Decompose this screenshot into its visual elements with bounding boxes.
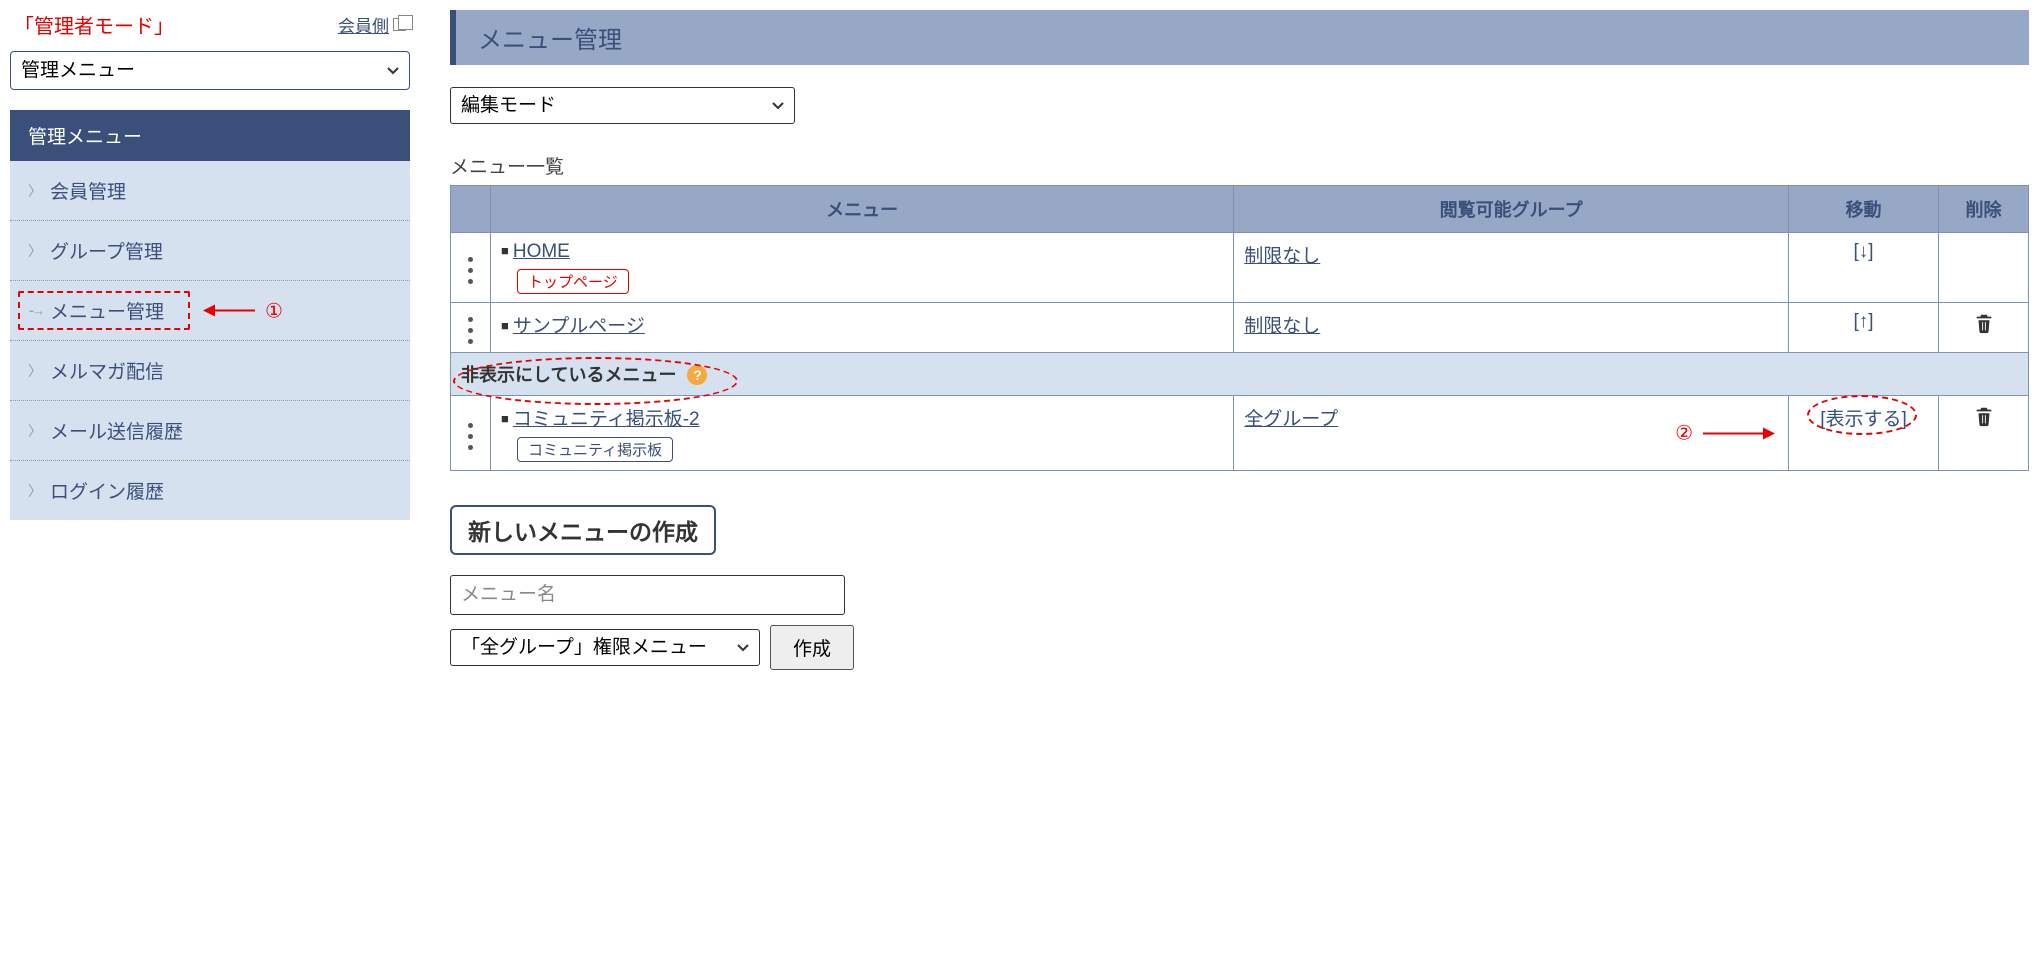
member-side-label: 会員側 — [338, 12, 389, 37]
move-down-button[interactable]: [↓] — [1853, 241, 1873, 262]
sidebar-item-mailmag[interactable]: 〉 メルマガ配信 — [10, 341, 410, 401]
sidebar-item-label: メルマガ配信 — [50, 357, 164, 384]
group-link[interactable]: 制限なし — [1244, 316, 1320, 337]
menu-name-input[interactable] — [450, 575, 845, 615]
bullet-icon: ■ — [501, 318, 509, 333]
table-row: ■ HOME トップページ 制限なし [↓] — [451, 233, 2029, 303]
table-row: ■ サンプルページ 制限なし [↑] — [451, 303, 2029, 353]
show-button[interactable]: [表示する] — [1820, 409, 1907, 430]
sidebar-item-label: ログイン履歴 — [50, 477, 164, 504]
group-link[interactable]: 制限なし — [1244, 246, 1320, 267]
sidebar-item-members[interactable]: 〉 会員管理 — [10, 161, 410, 221]
create-button[interactable]: 作成 — [770, 625, 854, 670]
drag-dots-icon — [468, 317, 473, 344]
drag-handle[interactable] — [451, 303, 491, 353]
drag-dots-icon — [468, 423, 473, 450]
trash-icon — [1973, 311, 1995, 335]
menu-name-link[interactable]: コミュニティ掲示板-2 — [513, 409, 700, 430]
annotation-1-number: ① — [265, 298, 283, 323]
permission-select[interactable]: 「全グループ」権限メニュー — [450, 629, 760, 666]
edit-mode-select[interactable]: 編集モード — [450, 87, 795, 124]
sidebar-item-label: メニュー管理 — [50, 297, 164, 324]
create-menu-header: 新しいメニューの作成 — [450, 505, 716, 555]
arrow-right-icon — [1703, 432, 1773, 434]
chevron-right-icon: 〉 — [28, 421, 42, 441]
menu-name-link[interactable]: サンプルページ — [513, 316, 645, 337]
admin-mode-label: 「管理者モード」 — [14, 10, 174, 39]
drag-dots-icon — [468, 257, 473, 284]
trash-icon — [1973, 404, 1995, 428]
drag-handle[interactable] — [451, 233, 491, 303]
arrow-left-icon — [205, 310, 255, 312]
annotation-1: ① — [205, 298, 283, 323]
annotation-2: ② — [1675, 421, 1773, 446]
admin-menu-panel: 管理メニュー 〉 会員管理 〉 グループ管理 ···→ メニュー管理 ① 〉 — [10, 110, 410, 520]
delete-button[interactable] — [1973, 311, 1995, 340]
menu-list-label: メニュー一覧 — [450, 152, 2029, 179]
admin-menu-select[interactable]: 管理メニュー — [10, 51, 410, 90]
top-page-tag: トップページ — [517, 269, 629, 294]
page-title: メニュー管理 — [450, 10, 2029, 65]
sidebar-item-groups[interactable]: 〉 グループ管理 — [10, 221, 410, 281]
col-move: 移動 — [1789, 186, 1939, 233]
sidebar-item-login-history[interactable]: 〉 ログイン履歴 — [10, 461, 410, 520]
chevron-right-icon: 〉 — [28, 481, 42, 501]
col-menu: メニュー — [491, 186, 1234, 233]
col-delete: 削除 — [1939, 186, 2029, 233]
group-link[interactable]: 全グループ — [1244, 409, 1338, 430]
external-link-icon — [393, 18, 406, 31]
chevron-right-icon: 〉 — [28, 361, 42, 381]
annotation-2-number: ② — [1675, 421, 1693, 446]
col-group: 閲覧可能グループ — [1234, 186, 1789, 233]
table-row: ■ コミュニティ掲示板-2 コミュニティ掲示板 全グループ ② [表示する] — [451, 396, 2029, 471]
sidebar-item-menu-admin[interactable]: ···→ メニュー管理 ① — [10, 281, 410, 341]
bbs-tag: コミュニティ掲示板 — [517, 437, 673, 462]
hidden-menu-section-header: 非表示にしているメニュー ? — [451, 353, 2029, 396]
sidebar-item-label: メール送信履歴 — [50, 417, 183, 444]
chevron-right-icon: 〉 — [28, 241, 42, 261]
sidebar-item-mail-history[interactable]: 〉 メール送信履歴 — [10, 401, 410, 461]
delete-button[interactable] — [1973, 404, 1995, 433]
bullet-icon: ■ — [501, 411, 509, 426]
move-up-button[interactable]: [↑] — [1853, 311, 1873, 332]
help-icon[interactable]: ? — [687, 365, 707, 385]
member-side-link[interactable]: 会員側 — [338, 12, 406, 37]
bullet-icon: ■ — [501, 243, 509, 258]
chevron-right-icon: 〉 — [28, 181, 42, 201]
admin-menu-panel-header: 管理メニュー — [10, 110, 410, 161]
menu-table: メニュー 閲覧可能グループ 移動 削除 ■ HOME トップページ 制限なし — [450, 185, 2029, 471]
arrow-right-icon: ···→ — [28, 303, 42, 318]
hidden-menu-label: 非表示にしているメニュー — [461, 365, 676, 385]
drag-handle[interactable] — [451, 396, 491, 471]
menu-name-link[interactable]: HOME — [513, 241, 570, 262]
col-handle — [451, 186, 491, 233]
sidebar-item-label: グループ管理 — [50, 237, 163, 264]
sidebar-item-label: 会員管理 — [50, 177, 126, 204]
